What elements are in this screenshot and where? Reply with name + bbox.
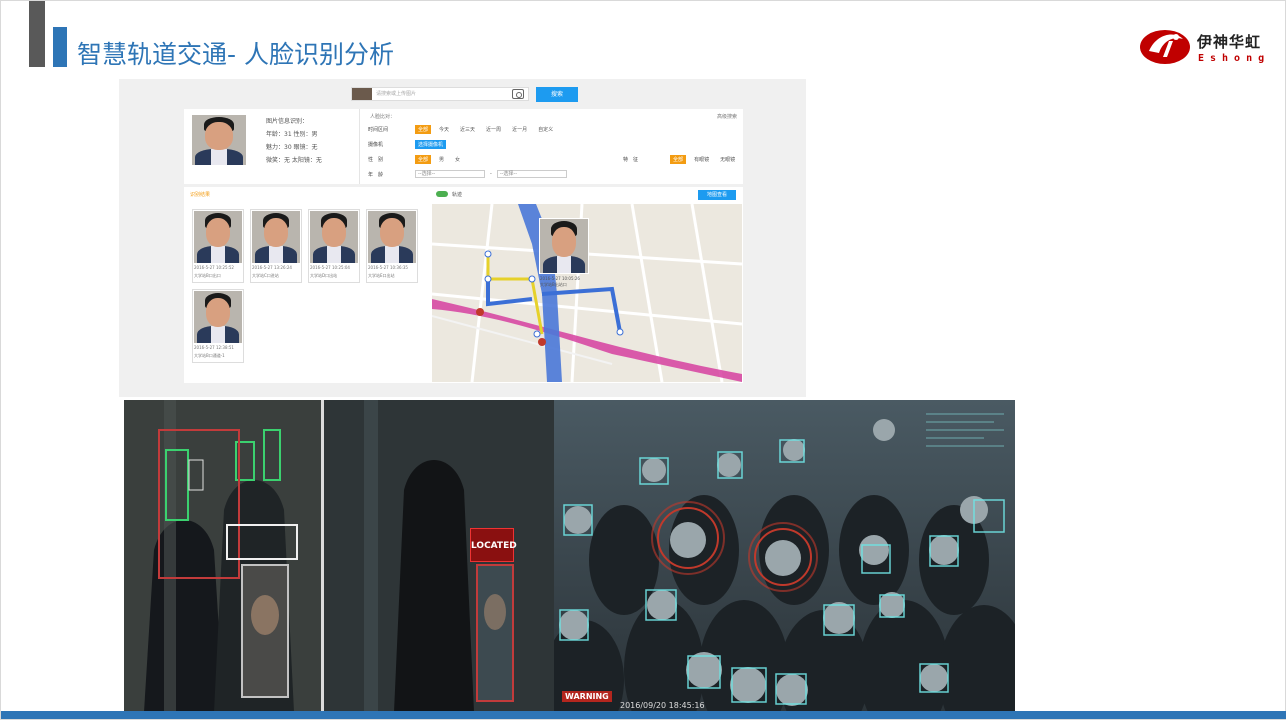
- map-popup-photo: [539, 218, 589, 274]
- chip-gender-all[interactable]: 全部: [415, 155, 432, 164]
- chip-feature-all[interactable]: 全部: [670, 155, 687, 164]
- result-place: 大学站E口出站: [368, 273, 395, 278]
- slide-title: 智慧轨道交通- 人脸识别分析: [77, 40, 394, 69]
- title-accent-blue: [53, 27, 67, 67]
- profile-photo: [192, 115, 246, 165]
- chip-time-month[interactable]: 近一月: [509, 125, 530, 134]
- crowd-detection-photo: WARNING 2016/09/20 18:45:16: [554, 400, 1015, 712]
- footer-bar: [1, 711, 1286, 719]
- title-accent-dark: [29, 1, 45, 67]
- profile-line: 微笑：无 太阳镜：无: [266, 157, 322, 164]
- profile-card: 图片信息识别： 年龄：31 性别：男 魅力：30 眼镜：无 微笑：无 太阳镜：无: [184, 109, 359, 184]
- result-item[interactable]: 2016-5-27 12:38:51 大学站B口通道-1: [192, 289, 244, 363]
- filter-label: 特 征: [623, 157, 639, 163]
- result-item[interactable]: 2016-5-27 10:25:04 大学站D口出站: [308, 209, 360, 283]
- face-search-app: 请搜索或上传图片 搜索 图片信息识别： 年龄：31 性别：男 魅力：30 眼镜：…: [119, 79, 806, 397]
- profile-info: 图片信息识别： 年龄：31 性别：男 魅力：30 眼镜：无 微笑：无 太阳镜：无: [266, 115, 322, 167]
- result-item[interactable]: 2016-5-27 13:26:24 大学站C口进站: [250, 209, 302, 283]
- filter-row-gender: 性 别 全部 男 女 特 征 全部 有眼镜 无眼镜: [368, 155, 738, 164]
- chip-gender-female[interactable]: 女: [452, 155, 463, 164]
- logo-english: Eshong: [1198, 53, 1271, 64]
- age-select-to[interactable]: --选择--: [496, 170, 567, 178]
- chip-time-3days[interactable]: 近三天: [457, 125, 478, 134]
- filter-label: 时间区间: [368, 127, 389, 133]
- map-popup-caption: 2016-5-27 10:05:26 大学站B出站口: [540, 276, 580, 288]
- profile-line: 年龄：31 性别：男: [266, 131, 318, 138]
- result-place: 大学站B口通道-1: [194, 353, 225, 358]
- chip-gender-male[interactable]: 男: [436, 155, 447, 164]
- logo-chinese: 伊神华虹: [1197, 33, 1262, 51]
- slide: 智慧轨道交通- 人脸识别分析 伊神华虹 Eshong 请搜索或上传图片 搜索 图…: [0, 0, 1286, 720]
- search-placeholder: 请搜索或上传图片: [376, 91, 417, 97]
- result-panel: 识别结果 2016-5-27 10:25:52 大学站B口出口 2016-5-2…: [184, 187, 743, 383]
- result-item[interactable]: 2016-5-27 10:25:52 大学站B口出口: [192, 209, 244, 283]
- result-time: 2016-5-27 12:38:51: [194, 345, 234, 350]
- search-input[interactable]: 请搜索或上传图片: [351, 87, 529, 101]
- result-place: 大学站C口进站: [252, 273, 279, 278]
- trajectory-map[interactable]: 2016-5-27 10:05:26 大学站B出站口: [432, 204, 742, 382]
- results-label: 识别结果: [190, 192, 211, 198]
- surveillance-photo-left: LOCATED: [124, 400, 554, 712]
- advanced-search-link[interactable]: 高级搜索: [717, 113, 737, 120]
- chip-time-all[interactable]: 全部: [415, 125, 432, 134]
- result-time: 2016-5-27 10:25:52: [194, 265, 234, 270]
- filter-row-camera: 摄像机 选择摄像机: [368, 140, 447, 149]
- result-item[interactable]: 2016-5-27 10:36:35 大学站E口出站: [366, 209, 418, 283]
- logo-mark-icon: [1140, 30, 1190, 64]
- chip-time-week[interactable]: 近一周: [483, 125, 504, 134]
- result-time: 2016-5-27 13:26:24: [252, 265, 292, 270]
- filter-label: 摄像机: [368, 142, 384, 148]
- result-time: 2016-5-27 10:25:04: [310, 265, 350, 270]
- crowd-scene: [554, 400, 1015, 712]
- filter-row-time: 时间区间 全部 今天 近三天 近一周 近一月 自定义: [368, 125, 556, 134]
- search-thumbnail: [352, 88, 372, 100]
- trajectory-toggle[interactable]: [436, 191, 448, 197]
- map-popup-place: 大学站B出站口: [540, 282, 567, 287]
- profile-line: 魅力：30 眼镜：无: [266, 144, 318, 151]
- search-button[interactable]: 搜索: [536, 87, 578, 102]
- result-time: 2016-5-27 10:36:35: [368, 265, 408, 270]
- chip-feature-noglasses[interactable]: 无眼镜: [717, 155, 738, 164]
- result-place: 大学站B口出口: [194, 273, 221, 278]
- chip-time-today[interactable]: 今天: [436, 125, 452, 134]
- trajectory-label: 轨迹: [452, 192, 463, 198]
- filter-title: 人脸比对：: [370, 114, 396, 120]
- filter-label: 年 龄: [368, 171, 384, 178]
- camera-timestamp: 2016/09/20 18:45:16: [620, 701, 705, 710]
- camera-icon[interactable]: [512, 89, 524, 99]
- located-badge: LOCATED: [470, 528, 517, 562]
- chip-feature-glasses[interactable]: 有眼镜: [691, 155, 712, 164]
- filter-row-age: 年 龄 --选择-- - --选择--: [368, 170, 567, 178]
- warning-badge: WARNING: [562, 691, 612, 702]
- map-view-button[interactable]: 地图查看: [698, 190, 736, 200]
- filter-panel: 人脸比对： 高级搜索 时间区间 全部 今天 近三天 近一周 近一月 自定义 摄像…: [359, 109, 743, 184]
- profile-heading: 图片信息识别：: [266, 118, 309, 125]
- age-select-from[interactable]: --选择--: [415, 170, 485, 178]
- chip-time-custom[interactable]: 自定义: [535, 125, 556, 134]
- select-camera-button[interactable]: 选择摄像机: [415, 140, 447, 149]
- filter-label: 性 别: [368, 157, 384, 163]
- company-logo: 伊神华虹 Eshong: [1139, 27, 1267, 71]
- result-place: 大学站D口出站: [310, 273, 338, 278]
